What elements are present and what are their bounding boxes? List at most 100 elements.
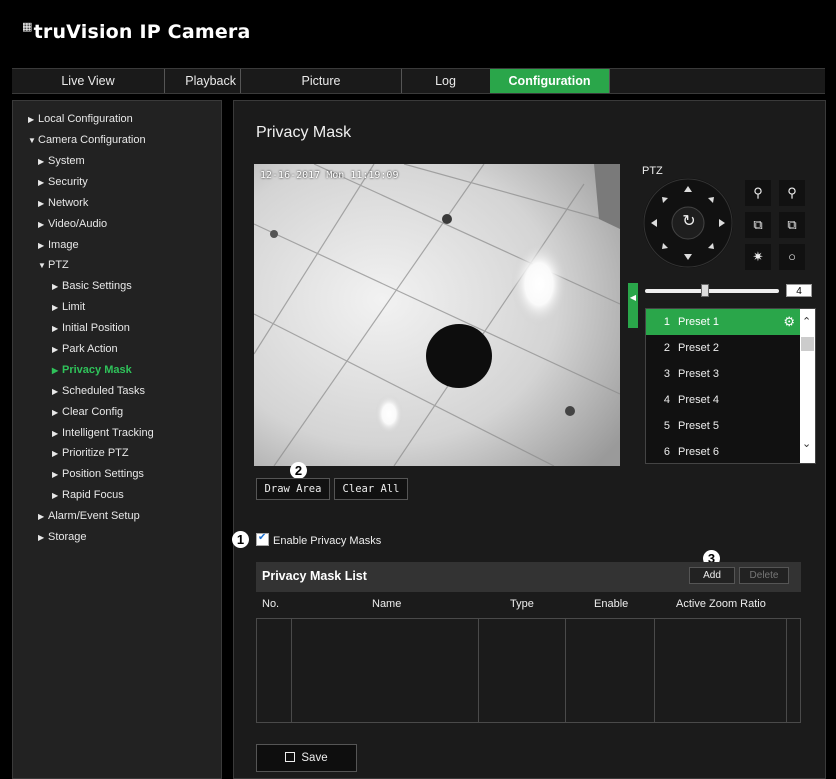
tab-live-view[interactable]: Live View <box>12 69 165 93</box>
sidebar-item-network[interactable]: ▶ Network <box>38 197 88 209</box>
sidebar-item-ptz[interactable]: ▼ PTZ <box>38 259 69 271</box>
sidebar-item-clear-config[interactable]: ▶ Clear Config <box>52 406 123 418</box>
preset-list: 1 Preset 1 ⚙ 2 Preset 2 3 Preset 3 4 Preset 4… <box>645 308 816 464</box>
caret-right-icon: ▶ <box>52 324 59 333</box>
privacy-mask-list-title: Privacy Mask List <box>262 569 367 583</box>
column-divider <box>291 618 292 723</box>
ptz-speed-slider-thumb[interactable] <box>701 284 710 297</box>
preset-item[interactable]: 4 Preset 4 <box>646 387 801 413</box>
caret-right-icon: ▶ <box>38 199 45 208</box>
zoom-in-icon[interactable]: ⚲ <box>745 180 771 206</box>
clear-all-button[interactable]: Clear All <box>334 478 408 500</box>
caret-right-icon: ▶ <box>38 157 45 166</box>
auto-pan-icon[interactable]: ↻ <box>677 211 701 231</box>
sidebar-item-storage[interactable]: ▶ Storage <box>38 531 87 543</box>
draw-area-button[interactable]: Draw Area <box>256 478 330 500</box>
caret-right-icon: ▶ <box>52 470 59 479</box>
callout-2: 2 <box>290 462 307 479</box>
preset-item[interactable]: 3 Preset 3 <box>646 361 801 387</box>
focus-near-icon[interactable]: ⧉ <box>745 212 771 238</box>
caret-right-icon: ▶ <box>52 303 59 312</box>
caret-right-icon: ▶ <box>38 512 45 521</box>
tab-log[interactable]: Log <box>401 69 491 93</box>
video-timestamp-osd: 12-16-2017 Mon 11:19:09 <box>260 170 399 181</box>
caret-right-icon: ▶ <box>52 366 59 375</box>
sidebar-item-security[interactable]: ▶ Security <box>38 176 88 188</box>
collapse-panel-tab[interactable]: ◀ <box>628 283 638 328</box>
scroll-down-icon[interactable]: ⌄ <box>802 437 811 450</box>
caret-right-icon: ▶ <box>52 282 59 291</box>
caret-right-icon: ▶ <box>38 241 45 250</box>
sidebar-item-camera-configuration[interactable]: ▼ Camera Configuration <box>28 134 146 146</box>
column-divider <box>565 618 566 723</box>
column-divider <box>654 618 655 723</box>
brand-title: truVision IP Camera <box>33 21 251 43</box>
tab-playback[interactable]: Playback <box>164 69 241 93</box>
caret-right-icon: ▶ <box>52 491 59 500</box>
sidebar-item-image[interactable]: ▶ Image <box>38 239 79 251</box>
sidebar-item-video-audio[interactable]: ▶ Video/Audio <box>38 218 107 230</box>
preset-scrollbar[interactable]: ⌃ ⌄ <box>800 309 815 463</box>
sidebar-item-privacy-mask[interactable]: ▶ Privacy Mask <box>52 364 132 376</box>
sidebar-item-intelligent-tracking[interactable]: ▶ Intelligent Tracking <box>52 427 154 439</box>
caret-right-icon: ▶ <box>28 115 35 124</box>
zoom-out-icon[interactable]: ⚲ <box>779 180 805 206</box>
caret-right-icon: ▶ <box>38 220 45 229</box>
save-icon <box>285 752 296 762</box>
caret-right-icon: ▶ <box>52 449 59 458</box>
scroll-up-icon[interactable]: ⌃ <box>802 315 811 328</box>
delete-mask-button[interactable]: Delete <box>739 567 789 584</box>
caret-right-icon: ▶ <box>52 408 59 417</box>
live-video-view[interactable] <box>254 164 620 466</box>
main-tab-bar: Live View Playback Picture Log Configura… <box>12 68 825 94</box>
sidebar-item-system[interactable]: ▶ System <box>38 155 85 167</box>
focus-far-icon[interactable]: ⧉ <box>779 212 805 238</box>
page-title: Privacy Mask <box>256 124 352 141</box>
enable-privacy-masks-checkbox[interactable] <box>256 532 269 546</box>
caret-right-icon: ▶ <box>52 429 59 438</box>
preset-item[interactable]: 5 Preset 5 <box>646 413 801 439</box>
caret-right-icon: ▶ <box>52 345 59 354</box>
gear-icon[interactable]: ⚙ <box>783 309 795 335</box>
iris-close-icon[interactable]: ○ <box>779 244 805 270</box>
tab-picture[interactable]: Picture <box>241 69 402 93</box>
enable-privacy-masks-label: Enable Privacy Masks <box>273 535 382 547</box>
sidebar-item-basic-settings[interactable]: ▶ Basic Settings <box>52 280 132 292</box>
callout-1: 1 <box>232 531 249 548</box>
sidebar-item-scheduled-tasks[interactable]: ▶ Scheduled Tasks <box>52 385 145 397</box>
camera-image <box>254 164 620 466</box>
sidebar-item-park-action[interactable]: ▶ Park Action <box>52 343 118 355</box>
iris-open-icon[interactable]: ✷ <box>745 244 771 270</box>
caret-down-icon: ▼ <box>28 136 36 145</box>
caret-right-icon: ▶ <box>38 533 45 542</box>
add-mask-button[interactable]: Add <box>689 567 735 584</box>
app-window: ▦truVision IP Camera Live View Playback … <box>0 0 836 779</box>
column-header-active-zoom-ratio: Active Zoom Ratio <box>676 598 766 610</box>
brand-mark-icon: ▦ <box>22 20 33 33</box>
scroll-thumb[interactable] <box>801 337 814 351</box>
sidebar-item-local-configuration[interactable]: ▶ Local Configuration <box>28 113 133 125</box>
preset-item[interactable]: 1 Preset 1 ⚙ <box>646 309 801 335</box>
caret-down-icon: ▼ <box>38 261 46 270</box>
sidebar-item-alarm-event-setup[interactable]: ▶ Alarm/Event Setup <box>38 510 140 522</box>
save-button[interactable]: Save <box>256 744 357 772</box>
sidebar-item-initial-position[interactable]: ▶ Initial Position <box>52 322 130 334</box>
sidebar-item-prioritize-ptz[interactable]: ▶ Prioritize PTZ <box>52 447 129 459</box>
column-header-enable: Enable <box>594 598 629 610</box>
sidebar-item-rapid-focus[interactable]: ▶ Rapid Focus <box>52 489 124 501</box>
column-header-no: No. <box>262 598 280 610</box>
caret-right-icon: ▶ <box>52 387 59 396</box>
ptz-label: PTZ <box>642 165 663 177</box>
brand-logo: ▦truVision IP Camera <box>22 20 251 43</box>
ptz-speed-value: 4 <box>786 284 812 297</box>
enable-privacy-masks-row[interactable]: Enable Privacy Masks <box>256 532 382 547</box>
preset-item[interactable]: 2 Preset 2 <box>646 335 801 361</box>
sidebar-item-position-settings[interactable]: ▶ Position Settings <box>52 468 144 480</box>
sidebar-item-limit[interactable]: ▶ Limit <box>52 301 85 313</box>
caret-right-icon: ▶ <box>38 178 45 187</box>
ptz-speed-slider[interactable] <box>645 289 779 293</box>
column-header-type: Type <box>510 598 534 610</box>
privacy-mask-table <box>256 618 801 723</box>
preset-item[interactable]: 6 Preset 6 <box>646 439 801 463</box>
tab-configuration[interactable]: Configuration <box>490 69 610 93</box>
